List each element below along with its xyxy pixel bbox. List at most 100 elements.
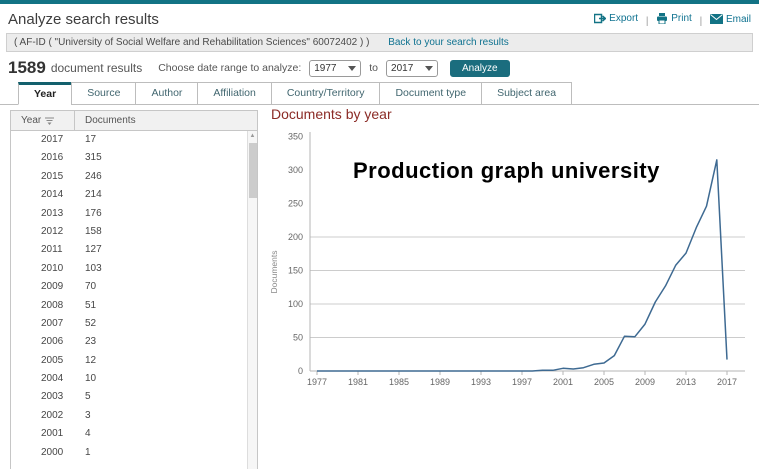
tab-author[interactable]: Author — [135, 82, 198, 105]
x-tick-label: 2005 — [594, 377, 614, 387]
documents-by-year-chart: Documents by year 0 50 100 150 200 250 300 350 1… — [265, 106, 757, 441]
documents-cell: 315 — [75, 149, 102, 167]
table-row[interactable]: 2016315 — [11, 149, 257, 167]
documents-cell: 70 — [75, 278, 96, 296]
documents-cell: 23 — [75, 333, 96, 351]
tab-year[interactable]: Year — [18, 82, 72, 105]
top-accent-bar — [0, 0, 759, 4]
query-bar: ( AF-ID ( "University of Social Welfare … — [6, 33, 753, 52]
export-button[interactable]: Export — [594, 13, 638, 24]
table-row[interactable]: 2012158 — [11, 223, 257, 241]
documents-cell: 103 — [75, 260, 102, 278]
y-tick-label: 300 — [288, 165, 303, 175]
year-cell: 2009 — [11, 278, 75, 296]
document-count-label: document results — [51, 61, 142, 75]
chevron-down-icon — [425, 66, 433, 71]
documents-cell: 158 — [75, 223, 102, 241]
to-year-select[interactable]: 2017 — [386, 60, 438, 77]
analysis-tabs: YearSourceAuthorAffiliationCountry/Terri… — [18, 82, 572, 105]
table-row[interactable]: 201717 — [11, 131, 257, 149]
y-tick-label: 350 — [288, 132, 303, 142]
column-header-documents[interactable]: Documents — [75, 111, 136, 130]
x-tick-label: 1989 — [430, 377, 450, 387]
from-year-value: 1977 — [314, 63, 336, 74]
y-tick-label: 250 — [288, 199, 303, 209]
year-cell: 2013 — [11, 205, 75, 223]
table-row[interactable]: 20035 — [11, 388, 257, 406]
table-row[interactable]: 20023 — [11, 407, 257, 425]
chevron-down-icon — [348, 66, 356, 71]
year-table-panel: Year Documents 2017172016315201524620142… — [10, 110, 258, 469]
x-tick-label: 1985 — [389, 377, 409, 387]
scrollbar-thumb[interactable] — [249, 143, 257, 198]
tab-subject-area[interactable]: Subject area — [481, 82, 572, 105]
print-label: Print — [671, 13, 692, 24]
tab-country-territory[interactable]: Country/Territory — [271, 82, 381, 105]
scrollbar-up-arrow[interactable]: ▲ — [248, 131, 257, 141]
year-column-label: Year — [21, 111, 41, 130]
documents-cell: 246 — [75, 168, 102, 186]
y-tick-label: 200 — [288, 232, 303, 242]
tab-affiliation[interactable]: Affiliation — [197, 82, 271, 105]
print-icon — [656, 13, 668, 24]
y-tick-label: 150 — [288, 266, 303, 276]
back-to-results-link[interactable]: Back to your search results — [388, 37, 509, 48]
table-row[interactable]: 200623 — [11, 333, 257, 351]
date-range-label: Choose date range to analyze: — [158, 62, 301, 74]
year-cell: 2014 — [11, 186, 75, 204]
y-axis-label: Documents — [269, 251, 279, 294]
y-tick-label: 100 — [288, 299, 303, 309]
table-row[interactable]: 2014214 — [11, 186, 257, 204]
year-cell: 2012 — [11, 223, 75, 241]
email-button[interactable]: Email — [710, 14, 751, 25]
column-header-year[interactable]: Year — [11, 111, 75, 130]
documents-cell: 10 — [75, 370, 96, 388]
x-tick-label: 2001 — [553, 377, 573, 387]
documents-cell: 3 — [75, 407, 91, 425]
table-row[interactable]: 200410 — [11, 370, 257, 388]
year-cell: 2002 — [11, 407, 75, 425]
print-button[interactable]: Print — [656, 13, 692, 24]
table-row[interactable]: 2011127 — [11, 241, 257, 259]
table-row[interactable]: 200851 — [11, 297, 257, 315]
year-cell: 2005 — [11, 352, 75, 370]
documents-cell: 51 — [75, 297, 96, 315]
email-label: Email — [726, 14, 751, 25]
year-cell: 2001 — [11, 425, 75, 443]
table-row[interactable]: 200512 — [11, 352, 257, 370]
separator: | — [646, 16, 649, 27]
y-tick-label: 0 — [298, 366, 303, 376]
table-scrollbar[interactable]: ▲ — [247, 131, 257, 469]
year-cell: 2007 — [11, 315, 75, 333]
year-cell: 2015 — [11, 168, 75, 186]
table-body: 2017172016315201524620142142013176201215… — [11, 131, 257, 462]
documents-cell: 5 — [75, 388, 91, 406]
chart-title: Documents by year — [265, 106, 757, 122]
table-header: Year Documents — [11, 111, 257, 131]
x-tick-label: 2013 — [676, 377, 696, 387]
table-row[interactable]: 2015246 — [11, 168, 257, 186]
export-label: Export — [609, 13, 638, 24]
year-cell: 2008 — [11, 297, 75, 315]
table-row[interactable]: 20001 — [11, 444, 257, 462]
documents-cell: 214 — [75, 186, 102, 204]
documents-cell: 17 — [75, 131, 96, 149]
analyze-button[interactable]: Analyze — [450, 60, 510, 77]
year-cell: 2000 — [11, 444, 75, 462]
documents-cell: 12 — [75, 352, 96, 370]
x-tick-label: 1981 — [348, 377, 368, 387]
tab-document-type[interactable]: Document type — [379, 82, 482, 105]
page-title: Analyze search results — [8, 11, 159, 28]
tab-source[interactable]: Source — [71, 82, 136, 105]
table-row[interactable]: 2013176 — [11, 205, 257, 223]
table-row[interactable]: 200752 — [11, 315, 257, 333]
documents-cell: 127 — [75, 241, 102, 259]
table-row[interactable]: 2010103 — [11, 260, 257, 278]
x-tick-label: 1997 — [512, 377, 532, 387]
from-year-select[interactable]: 1977 — [309, 60, 361, 77]
email-icon — [710, 14, 723, 24]
table-row[interactable]: 200970 — [11, 278, 257, 296]
table-row[interactable]: 20014 — [11, 425, 257, 443]
document-count: 1589 — [8, 58, 46, 78]
y-tick-label: 50 — [293, 333, 303, 343]
